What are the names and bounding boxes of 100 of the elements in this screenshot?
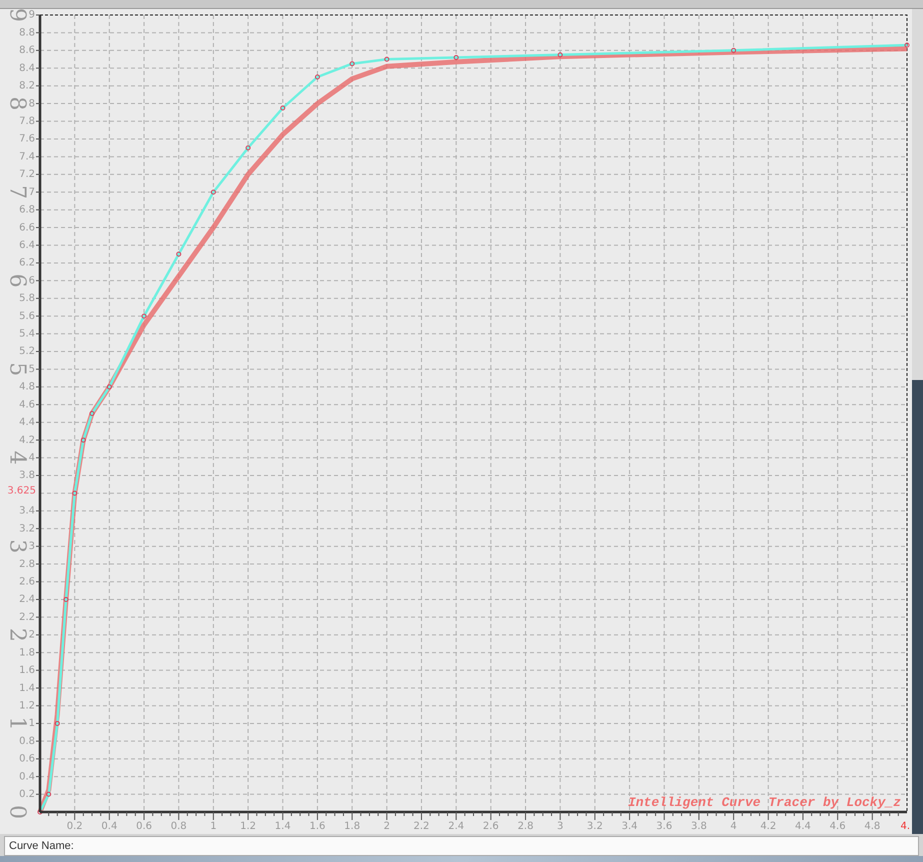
scan-digit: 3 bbox=[4, 539, 30, 554]
y-tick-label: 3 bbox=[28, 541, 35, 552]
y-tick-label: 5.4 bbox=[19, 328, 35, 340]
y-tick-label: 6.6 bbox=[19, 222, 35, 234]
x-tick-label: 4.2 bbox=[760, 821, 776, 832]
y-tick-label: 7.2 bbox=[19, 169, 35, 180]
scan-digit: 1 bbox=[4, 716, 30, 730]
x-tick-label: 4.6 bbox=[830, 821, 846, 832]
y-tick-label: 4 bbox=[28, 452, 35, 464]
trace-point bbox=[38, 810, 42, 814]
trace-point bbox=[558, 52, 563, 58]
y-tick-label: 6.4 bbox=[19, 240, 35, 251]
x-tick-label: 1.6 bbox=[309, 821, 326, 832]
y-tick-label: 2 bbox=[28, 630, 35, 641]
trace-point bbox=[46, 792, 52, 797]
trace-point bbox=[142, 314, 147, 319]
trace-point bbox=[280, 105, 286, 110]
y-tick-label: 7.6 bbox=[19, 134, 35, 145]
y-tick-label: 1.8 bbox=[19, 647, 35, 658]
x-tick-label: 0.8 bbox=[170, 821, 187, 832]
scan-digit: 7 bbox=[4, 185, 30, 200]
y-tick-label: 2.4 bbox=[19, 594, 35, 606]
y-tick-label: 1.4 bbox=[19, 682, 35, 694]
y-tick-label: 1 bbox=[28, 718, 35, 730]
trace-point bbox=[314, 74, 320, 80]
y-tick-label: 1.2 bbox=[19, 700, 35, 712]
y-tick-label: 8.8 bbox=[19, 27, 35, 38]
y-tick-label: 4.6 bbox=[19, 399, 35, 410]
trace-point bbox=[106, 384, 112, 390]
x-tick-label: 1.4 bbox=[274, 821, 291, 832]
y-tick-label: 5.8 bbox=[19, 293, 35, 304]
y-tick-label: 3.8 bbox=[19, 470, 35, 482]
trace-point bbox=[904, 42, 910, 48]
y-tick-label: 6 bbox=[28, 275, 35, 286]
y-tick-label: 7.8 bbox=[19, 116, 35, 127]
y-tick-label: 3.4 bbox=[19, 506, 35, 517]
trace-point bbox=[176, 252, 182, 257]
scan-digit: 0 bbox=[4, 805, 30, 819]
y-tick-label: 7.4 bbox=[19, 151, 35, 162]
y-tick-label: 6.2 bbox=[19, 258, 35, 269]
y-marker-label: 3.625 bbox=[7, 486, 36, 497]
y-tick-label: 1.6 bbox=[19, 665, 35, 676]
y-tick-label: 6.8 bbox=[19, 204, 35, 216]
x-tick-label: 2.6 bbox=[482, 821, 499, 832]
x-tick-label: 1.8 bbox=[344, 821, 360, 832]
y-tick-label: 5.2 bbox=[19, 346, 35, 358]
y-tick-label: 7 bbox=[28, 186, 35, 198]
x-tick-label: 0.4 bbox=[101, 821, 118, 832]
x-tick-label: 1 bbox=[210, 821, 217, 832]
y-tick-label: 2.6 bbox=[19, 576, 35, 588]
scan-digit: 9 bbox=[4, 9, 30, 22]
y-tick-label: 5 bbox=[28, 364, 35, 375]
y-tick-label: 8.6 bbox=[19, 45, 35, 56]
y-tick-label: 8.4 bbox=[19, 62, 35, 74]
trace-point bbox=[54, 720, 60, 726]
x-tick-label: 0.6 bbox=[136, 821, 152, 832]
trace-point bbox=[72, 490, 78, 496]
x-tick-label: 4.4 bbox=[795, 821, 811, 832]
trace-point bbox=[350, 61, 355, 66]
scan-digit: 2 bbox=[4, 628, 30, 642]
y-tick-label: 8.2 bbox=[19, 80, 35, 92]
y-tick-label: 4.8 bbox=[19, 382, 35, 393]
y-tick-label: 8 bbox=[28, 98, 35, 110]
scan-digit: 8 bbox=[4, 96, 30, 111]
y-tick-label: 9 bbox=[28, 10, 35, 21]
y-tick-label: 0.8 bbox=[19, 736, 35, 747]
trace-point bbox=[384, 56, 390, 62]
scan-digit: 5 bbox=[4, 362, 30, 376]
y-tick-label: 2.8 bbox=[19, 558, 35, 570]
x-tick-label: 3.8 bbox=[690, 821, 707, 832]
trace-point bbox=[454, 55, 459, 60]
trace-point bbox=[210, 190, 216, 195]
x-tick-label: 3.6 bbox=[656, 821, 672, 832]
y-tick-label: 0.6 bbox=[19, 754, 35, 765]
x-tick-label: 4.8 bbox=[864, 821, 880, 832]
x-tick-label: 2.8 bbox=[518, 821, 534, 832]
y-tick-label: 4.4 bbox=[19, 417, 35, 428]
trace-point bbox=[64, 596, 68, 602]
trace-point bbox=[731, 48, 736, 53]
x-tick-label: 4 bbox=[730, 821, 737, 832]
curve-name-field[interactable]: Curve Name: bbox=[4, 836, 919, 856]
y-tick-label: 3.2 bbox=[19, 523, 35, 534]
x-tick-label: 3.4 bbox=[622, 821, 638, 832]
trace-point bbox=[80, 438, 86, 443]
x-tick-label: 3 bbox=[557, 821, 564, 832]
y-tick-label: 0.2 bbox=[19, 789, 35, 800]
x-tick-label: 0.2 bbox=[66, 821, 83, 832]
trace-point bbox=[246, 145, 251, 150]
x-tick-label: 2.2 bbox=[414, 821, 430, 832]
x-tick-label: 3.2 bbox=[586, 821, 603, 832]
x-tick-label: 2.4 bbox=[448, 821, 464, 832]
signature-text: Intelligent Curve Tracer by Locky_z bbox=[628, 795, 901, 810]
x-marker-label: 4. bbox=[900, 821, 910, 832]
y-tick-label: 5.6 bbox=[19, 310, 35, 322]
scan-digit: 6 bbox=[4, 274, 30, 288]
x-tick-label: 1.2 bbox=[240, 821, 256, 832]
curve-name-label: Curve Name: bbox=[9, 840, 74, 852]
scan-digit: 4 bbox=[4, 450, 30, 465]
y-tick-label: 4.2 bbox=[19, 434, 35, 446]
trace-point bbox=[90, 411, 95, 416]
